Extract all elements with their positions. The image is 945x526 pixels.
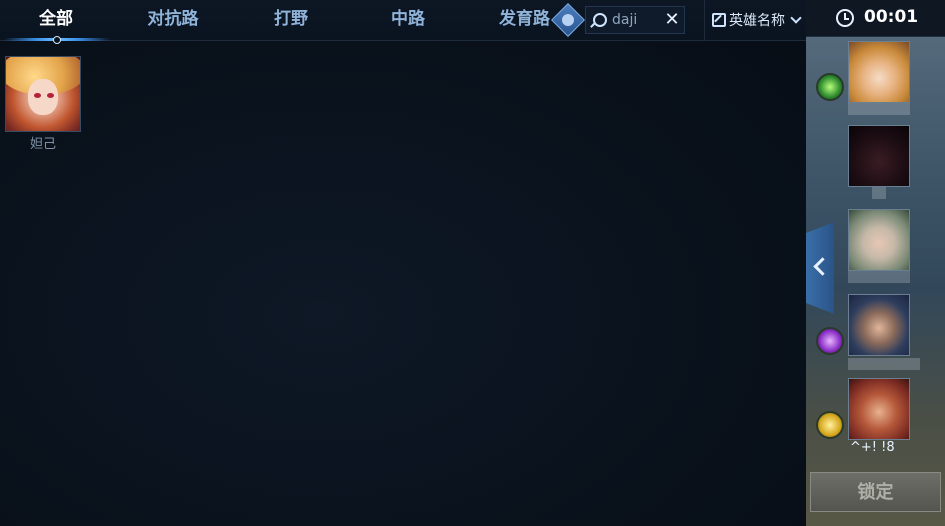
hero-name: 妲己 <box>29 137 56 152</box>
teammate-portrait[interactable] <box>848 294 910 356</box>
spell-gold-icon <box>816 411 844 439</box>
timer-bar: 00:01 <box>806 0 945 37</box>
countdown-timer: 00:01 <box>864 7 919 27</box>
tab-jungle[interactable]: 打野 <box>236 0 346 40</box>
tab-all[interactable]: 全部 <box>0 0 112 40</box>
spell-purple-icon <box>816 327 844 355</box>
team-panel: 00:01 ^+! !8 锁定 <box>806 0 945 526</box>
search-icon <box>593 13 607 27</box>
search-input[interactable] <box>612 10 660 30</box>
hero-select-area: 全部 对抗路 打野 中路 发育路 ✕ 英雄名称 妲己 <box>0 0 806 526</box>
role-tab-bar: 全部 对抗路 打野 中路 发育路 ✕ 英雄名称 <box>0 0 806 44</box>
role-filter-diamond-button[interactable] <box>551 3 585 37</box>
chevron-down-icon <box>790 12 802 24</box>
collapse-panel-button[interactable] <box>806 222 834 314</box>
teammate-name-blurred <box>848 271 910 283</box>
clock-icon <box>836 9 854 27</box>
sort-dropdown-label: 英雄名称 <box>729 13 785 29</box>
close-icon[interactable]: ✕ <box>663 11 681 29</box>
active-tab-dot <box>53 36 61 44</box>
tab-farm-lane[interactable]: 发育路 <box>470 0 550 40</box>
teammate-name-blurred <box>848 103 910 115</box>
player-stats-text: ^+! !8 <box>850 440 895 455</box>
hero-card[interactable]: 妲己 <box>5 56 81 152</box>
hero-portrait <box>5 56 81 132</box>
tab-top-lane[interactable]: 对抗路 <box>118 0 228 40</box>
search-box: ✕ <box>585 6 685 34</box>
teammate-name-blurred <box>872 187 886 199</box>
teammate-portrait[interactable] <box>848 378 910 440</box>
tab-mid-lane[interactable]: 中路 <box>353 0 463 40</box>
spell-green-icon <box>816 73 844 101</box>
lock-in-button[interactable]: 锁定 <box>810 472 941 512</box>
teammate-name-blurred <box>848 358 920 370</box>
role-icon <box>562 14 574 26</box>
teammate-portrait[interactable] <box>848 125 910 187</box>
chevron-left-icon <box>813 257 832 276</box>
edit-icon <box>712 13 726 27</box>
teammate-portrait[interactable] <box>848 209 910 271</box>
sort-dropdown[interactable]: 英雄名称 <box>704 0 806 40</box>
teammate-portrait[interactable] <box>848 41 910 103</box>
